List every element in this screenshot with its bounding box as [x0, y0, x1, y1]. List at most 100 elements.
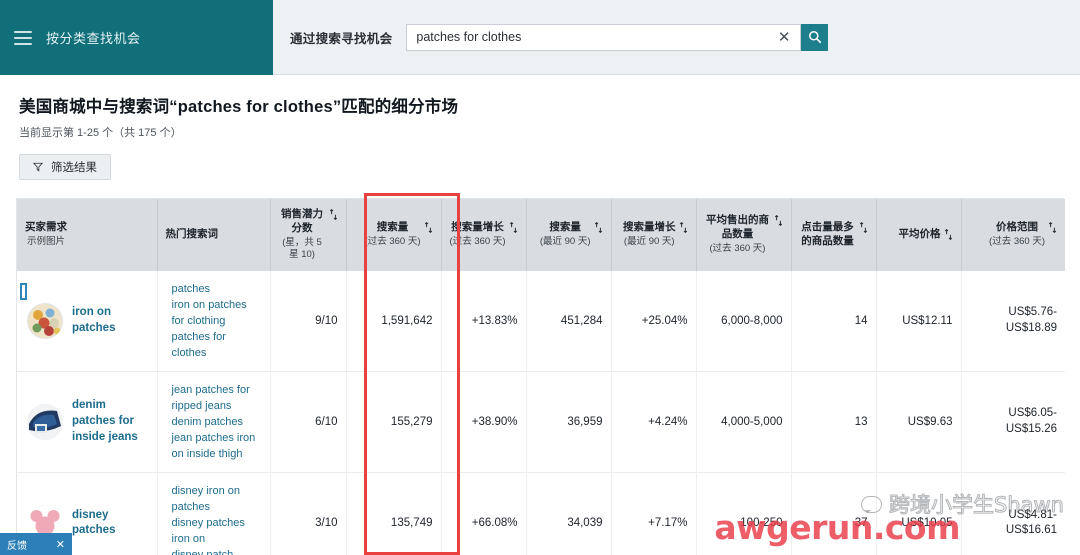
keyword-link[interactable]: disney iron on patches — [172, 483, 262, 515]
table-header-cell-2[interactable]: 销售潜力分数 (星，共 5 星 10) — [270, 199, 347, 271]
sales-potential-score-cell: 6/10 — [270, 371, 347, 473]
header-sub-10: (过去 360 天) — [989, 236, 1045, 248]
hamburger-icon[interactable] — [14, 30, 32, 45]
keyword-link[interactable]: iron on patches for clothing — [172, 297, 262, 329]
header-title-1: 热门搜索词 — [165, 227, 219, 240]
product-thumbnail — [27, 404, 63, 441]
top-keywords-cell: disney iron on patches disney patches iro… — [157, 472, 271, 555]
top-clicked-products-cell: 13 — [791, 371, 877, 473]
sort-icon — [594, 222, 602, 234]
page-root: 按分类查找机会 通过搜索寻找机会 ✕ 美国商城中与搜索词“patches for… — [0, 0, 1080, 555]
header-title-9: 平均价格 — [898, 227, 941, 240]
search-growth-360-cell: +66.08% — [441, 472, 527, 555]
keyword-link[interactable]: denim patches — [172, 414, 262, 430]
search-volume-90-cell: 34,039 — [526, 472, 612, 555]
search-section-label: 通过搜索寻找机会 — [290, 31, 393, 46]
table-row[interactable]: disney patches disney iron on patches disn… — [17, 472, 1065, 555]
thumbnail-art — [27, 404, 63, 441]
table-header-cell-8[interactable]: 点击量最多的商品数量 — [791, 199, 877, 271]
header-title-2: 销售潜力分数 — [281, 208, 323, 234]
sort-icon — [1048, 222, 1057, 234]
keyword-link[interactable]: jean patches for ripped jeans — [172, 382, 262, 414]
top-clicked-products-cell: 37 — [791, 472, 877, 555]
product-thumbnail — [27, 302, 63, 339]
avg-price-cell: US$9.63 — [876, 371, 962, 473]
keyword-link[interactable]: patches — [172, 281, 262, 297]
avg-units-sold-cell: 4,000-5,000 — [696, 371, 792, 473]
sales-potential-score-cell: 9/10 — [270, 270, 347, 372]
header-sub-3: (过去 360 天) — [364, 236, 421, 248]
price-range-cell: US$6.05- US$15.26 — [961, 371, 1065, 473]
search-growth-360-cell: +13.83% — [441, 270, 527, 372]
selection-bracket-icon — [20, 283, 27, 300]
sort-icon — [679, 222, 687, 234]
header-sub-6: (最近 90 天) — [623, 236, 675, 248]
avg-units-sold-cell: 6,000-8,000 — [696, 270, 792, 372]
table-row[interactable]: iron on patches patches iron on patches fo… — [17, 270, 1065, 372]
table-header-cell-3[interactable]: 搜索量 (过去 360 天) — [346, 199, 442, 271]
sort-icon — [424, 222, 432, 234]
filter-results-label: 筛选结果 — [51, 162, 97, 174]
table-header-cell-7[interactable]: 平均售出的商品数量 (过去 360 天) — [696, 199, 792, 271]
table-header: 买家需求 示例图片 热门搜索词 销售潜力分数 (星，共 5 星 10) 搜索量 (过去 36… — [17, 199, 1065, 271]
header-title-10: 价格范围 — [996, 221, 1039, 234]
top-keywords-cell: patches iron on patches for clothing patch… — [157, 270, 271, 372]
table-header-cell-5[interactable]: 搜索量 (最近 90 天) — [526, 199, 612, 271]
table-header-cell-10[interactable]: 价格范围 (过去 360 天) — [961, 199, 1065, 271]
header-title-7: 平均售出的商品数量 — [706, 214, 769, 241]
sort-icon — [944, 228, 952, 240]
thumbnail-art — [28, 303, 62, 338]
search-volume-90-cell: 36,959 — [526, 371, 612, 473]
table-header-cell-9[interactable]: 平均价格 — [876, 199, 962, 271]
browse-by-category-nav[interactable]: 按分类查找机会 — [0, 0, 273, 75]
buyer-demand-cell[interactable]: iron on patches — [17, 270, 158, 372]
close-icon[interactable]: ✕ — [56, 538, 65, 551]
header-title-6: 搜索量增长 — [623, 221, 676, 234]
search-volume-360-cell: 1,591,642 — [346, 270, 442, 372]
table-header-row: 买家需求 示例图片 热门搜索词 销售潜力分数 (星，共 5 星 10) 搜索量 (过去 36… — [17, 199, 1065, 271]
header-sub-5: (最近 90 天) — [539, 236, 591, 248]
table-header-cell-4[interactable]: 搜索量增长 (过去 360 天) — [441, 199, 527, 271]
search-box[interactable]: ✕ — [406, 23, 802, 51]
header-title-4: 搜索量增长 — [451, 221, 504, 234]
price-range-cell: US$5.76- US$18.89 — [961, 270, 1065, 372]
feedback-tab[interactable]: 反馈 ✕ — [0, 533, 72, 555]
search-control-group: ✕ — [406, 23, 829, 51]
keyword-link[interactable]: patches for clothes — [172, 329, 262, 361]
avg-price-cell: US$12.11 — [876, 270, 962, 372]
keyword-link[interactable]: disney patches iron on — [172, 515, 262, 547]
sort-icon — [859, 222, 867, 234]
funnel-icon — [33, 162, 43, 172]
search-growth-90-cell: +25.04% — [611, 270, 697, 372]
top-keywords-cell: jean patches for ripped jeans denim patch… — [157, 371, 271, 473]
table-header-cell-1: 热门搜索词 — [157, 199, 271, 271]
demand-name[interactable]: disney patches — [72, 508, 149, 540]
sort-icon — [329, 209, 337, 220]
search-button[interactable] — [801, 23, 829, 51]
subniche-table-container: 买家需求 示例图片 热门搜索词 销售潜力分数 (星，共 5 星 10) 搜索量 (过去 36… — [16, 198, 1065, 555]
filter-results-button[interactable]: 筛选结果 — [19, 154, 111, 180]
search-input[interactable] — [416, 24, 774, 50]
keyword-link[interactable]: disney patch — [172, 547, 262, 555]
close-icon[interactable]: ✕ — [774, 29, 795, 45]
page-header: 美国商城中与搜索词“patches for clothes”匹配的细分市场 当前… — [0, 75, 1080, 180]
search-icon — [808, 31, 821, 44]
keyword-link[interactable]: jean patches iron on inside thigh — [172, 430, 262, 462]
buyer-demand-cell[interactable]: denim patches for inside jeans — [17, 371, 158, 473]
page-title: 美国商城中与搜索词“patches for clothes”匹配的细分市场 — [19, 98, 459, 116]
header-sub-0: 示例图片 — [26, 236, 65, 248]
search-growth-90-cell: +4.24% — [611, 371, 697, 473]
top-bar: 按分类查找机会 通过搜索寻找机会 ✕ — [0, 0, 1080, 75]
top-clicked-products-cell: 14 — [791, 270, 877, 372]
search-bar: 通过搜索寻找机会 ✕ — [273, 0, 1080, 75]
avg-units-sold-cell: 100-250 — [696, 472, 792, 555]
header-title-8: 点击量最多的商品数量 — [801, 221, 854, 247]
demand-name[interactable]: iron on patches — [72, 305, 149, 337]
header-title-0: 买家需求 — [25, 221, 67, 234]
avg-price-cell: US$10.05 — [876, 472, 962, 555]
demand-name[interactable]: denim patches for inside jeans — [72, 398, 149, 446]
table-header-cell-6[interactable]: 搜索量增长 (最近 90 天) — [611, 199, 697, 271]
sales-potential-score-cell: 3/10 — [270, 472, 347, 555]
table-header-cell-0: 买家需求 示例图片 — [17, 199, 158, 271]
table-row[interactable]: denim patches for inside jeans jean patch… — [17, 371, 1065, 473]
